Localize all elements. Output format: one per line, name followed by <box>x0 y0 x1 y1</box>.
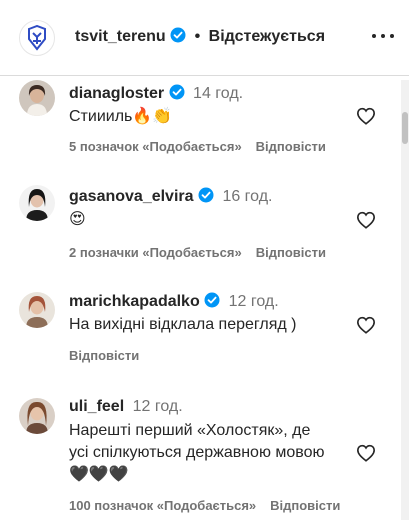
comment-header: dianagloster 14 год. <box>69 84 243 103</box>
comment-time[interactable]: 12 год. <box>133 398 183 415</box>
brand-logo-icon <box>28 25 46 51</box>
comment-actions: 2 позначки «Подобається» Відповісти <box>69 245 326 260</box>
comment-text: 😍 <box>69 211 86 228</box>
header-user-line: tsvit_terenu • Відстежується <box>75 27 325 46</box>
separator-dot: • <box>194 28 201 45</box>
comment-actions: Відповісти <box>69 348 139 363</box>
comment-item: uli_feel 12 год. Нарешті перший «Холостя… <box>0 396 400 520</box>
scrollbar-track[interactable] <box>401 80 409 520</box>
comment-item: dianagloster 14 год. Стиииль🔥👏 5 позначо… <box>0 80 400 170</box>
like-heart-icon[interactable] <box>356 316 376 334</box>
like-heart-icon[interactable] <box>356 444 376 462</box>
comment-item: marichkapadalko 12 год. На вихідні відкл… <box>0 290 400 380</box>
commenter-avatar[interactable] <box>19 292 55 328</box>
verified-badge-icon <box>169 84 185 100</box>
scrollbar-thumb[interactable] <box>402 112 408 144</box>
comment-time[interactable]: 16 год. <box>222 188 272 205</box>
commenter-avatar[interactable] <box>19 185 55 221</box>
verified-badge-icon <box>170 27 186 43</box>
comment-username[interactable]: marichkapadalko <box>69 293 200 310</box>
follow-status-button[interactable]: Відстежується <box>209 28 325 45</box>
comment-header: uli_feel 12 год. <box>69 398 183 416</box>
comment-header: gasanova_elvira 16 год. <box>69 187 273 206</box>
comment-actions: 100 позначок «Подобається» Відповісти <box>69 498 340 513</box>
comment-text: Стиииль🔥👏 <box>69 108 173 125</box>
comment-actions: 5 позначок «Подобається» Відповісти <box>69 139 326 154</box>
verified-badge-icon <box>198 187 214 203</box>
likes-count-link[interactable]: 2 позначки «Подобається» <box>69 245 242 260</box>
like-heart-icon[interactable] <box>356 211 376 229</box>
verified-badge-icon <box>204 292 220 308</box>
comment-time[interactable]: 12 год. <box>229 293 279 310</box>
comment-username[interactable]: dianagloster <box>69 85 164 102</box>
comment-text: Нарешті перший «Холостяк», де усі спілку… <box>69 422 325 483</box>
comment-header: marichkapadalko 12 год. <box>69 292 279 311</box>
commenter-avatar[interactable] <box>19 398 55 434</box>
commenter-avatar[interactable] <box>19 80 55 116</box>
reply-button[interactable]: Відповісти <box>270 498 340 513</box>
reply-button[interactable]: Відповісти <box>256 245 326 260</box>
likes-count-link[interactable]: 100 позначок «Подобається» <box>69 498 256 513</box>
comment-username[interactable]: gasanova_elvira <box>69 188 194 205</box>
like-heart-icon[interactable] <box>356 107 376 125</box>
reply-button[interactable]: Відповісти <box>69 348 139 363</box>
header-username[interactable]: tsvit_terenu <box>75 28 166 45</box>
more-options-icon[interactable] <box>372 30 394 42</box>
comment-time[interactable]: 14 год. <box>193 85 243 102</box>
reply-button[interactable]: Відповісти <box>256 139 326 154</box>
comment-item: gasanova_elvira 16 год. 😍 2 позначки «По… <box>0 183 400 273</box>
profile-avatar[interactable] <box>19 20 55 56</box>
comment-username[interactable]: uli_feel <box>69 398 124 415</box>
post-header: tsvit_terenu • Відстежується <box>0 0 409 76</box>
comment-text: На вихідні відклала перегляд ) <box>69 316 297 333</box>
likes-count-link[interactable]: 5 позначок «Подобається» <box>69 139 242 154</box>
